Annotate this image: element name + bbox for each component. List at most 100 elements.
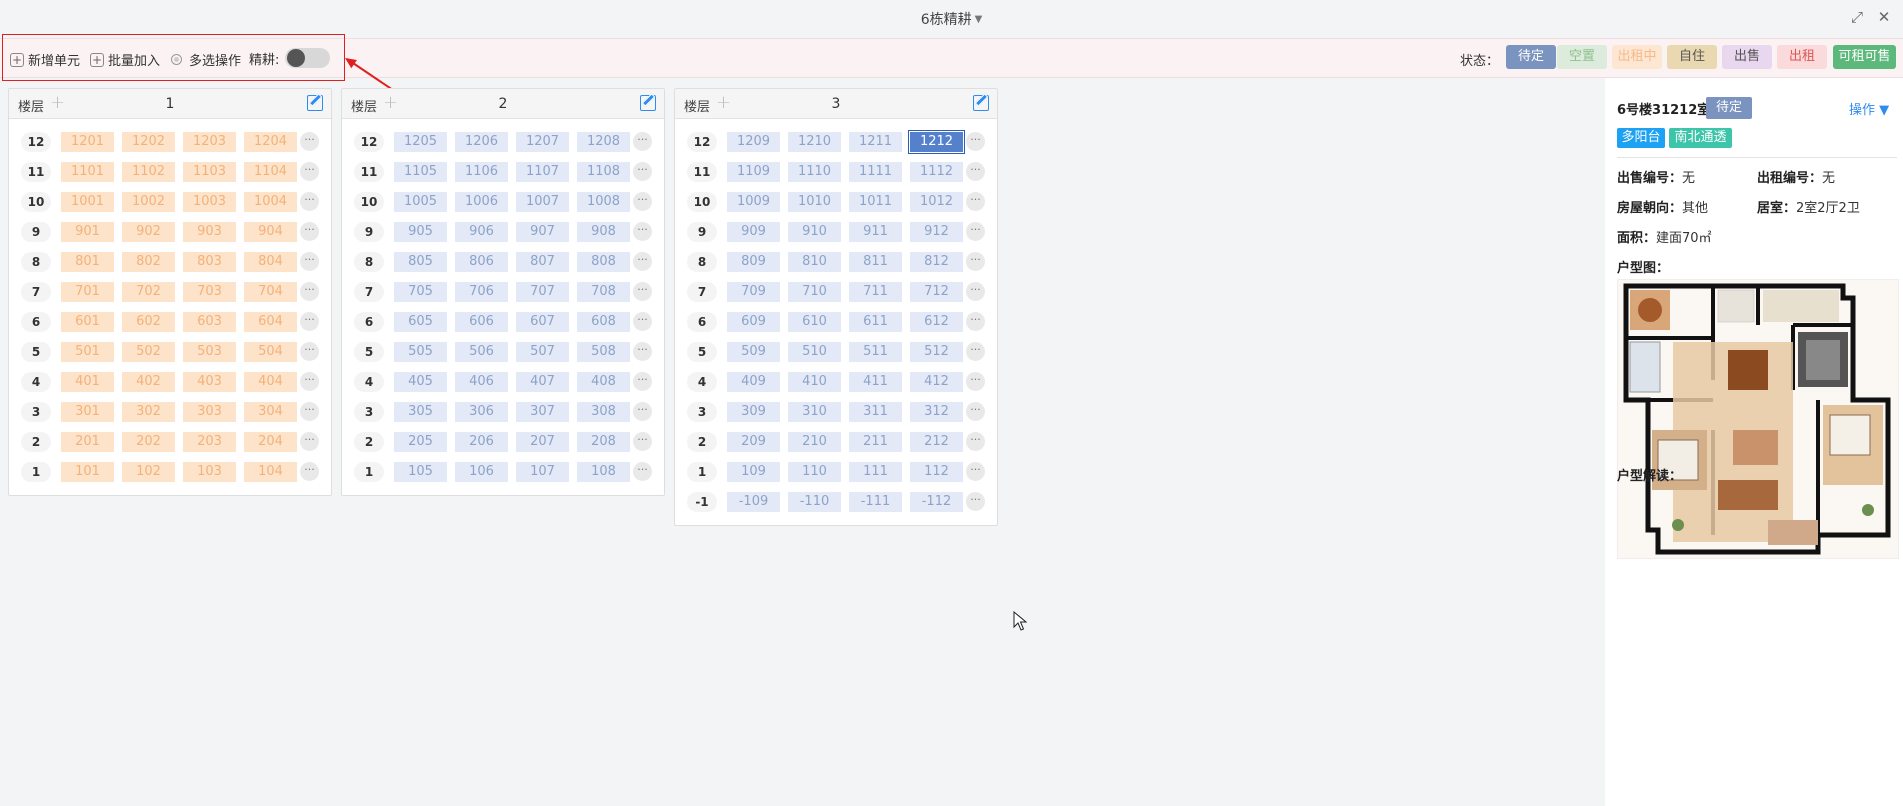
room-cell[interactable]: 408 (577, 372, 630, 392)
room-cell[interactable]: 706 (455, 282, 508, 302)
room-cell[interactable]: 803 (183, 252, 236, 272)
status-filter-0[interactable]: 待定 (1506, 45, 1556, 69)
more-options-icon[interactable]: ··· (966, 222, 985, 241)
room-cell[interactable]: 110 (788, 462, 841, 482)
room-cell[interactable]: 504 (244, 342, 297, 362)
room-cell[interactable]: 1211 (849, 132, 902, 152)
room-cell[interactable]: 605 (394, 312, 447, 332)
room-cell[interactable]: 1207 (516, 132, 569, 152)
room-cell[interactable]: 911 (849, 222, 902, 242)
room-cell[interactable]: 609 (727, 312, 780, 332)
room-cell[interactable]: 902 (122, 222, 175, 242)
more-options-icon[interactable]: ··· (966, 372, 985, 391)
add-floor-icon[interactable]: + (50, 92, 65, 113)
batch-add-button[interactable]: + 批量加入 (90, 50, 160, 69)
more-options-icon[interactable]: ··· (966, 432, 985, 451)
room-cell[interactable]: -109 (727, 492, 780, 512)
room-cell[interactable]: 611 (849, 312, 902, 332)
room-cell[interactable]: 1108 (577, 162, 630, 182)
room-cell[interactable]: 912 (910, 222, 963, 242)
room-cell[interactable]: 703 (183, 282, 236, 302)
room-cell[interactable]: 808 (577, 252, 630, 272)
status-filter-1[interactable]: 空置 (1557, 45, 1607, 69)
room-cell[interactable]: 202 (122, 432, 175, 452)
room-cell[interactable]: 1012 (910, 192, 963, 212)
room-cell[interactable]: 809 (727, 252, 780, 272)
room-cell[interactable]: 905 (394, 222, 447, 242)
edit-icon[interactable] (640, 95, 656, 111)
room-cell[interactable]: 402 (122, 372, 175, 392)
room-cell[interactable]: 710 (788, 282, 841, 302)
more-options-icon[interactable]: ··· (300, 402, 319, 421)
add-unit-button[interactable]: + 新增单元 (10, 50, 80, 69)
room-cell[interactable]: 811 (849, 252, 902, 272)
room-cell[interactable]: 102 (122, 462, 175, 482)
more-options-icon[interactable]: ··· (966, 462, 985, 481)
room-cell[interactable]: 206 (455, 432, 508, 452)
room-cell[interactable]: 302 (122, 402, 175, 422)
room-cell[interactable]: 1105 (394, 162, 447, 182)
room-cell[interactable]: 312 (910, 402, 963, 422)
room-cell[interactable]: 711 (849, 282, 902, 302)
more-options-icon[interactable]: ··· (300, 132, 319, 151)
room-cell[interactable]: 403 (183, 372, 236, 392)
more-options-icon[interactable]: ··· (300, 342, 319, 361)
room-cell[interactable]: 1201 (61, 132, 114, 152)
room-cell[interactable]: 306 (455, 402, 508, 422)
more-options-icon[interactable]: ··· (300, 192, 319, 211)
room-cell[interactable]: 1107 (516, 162, 569, 182)
room-cell[interactable]: 1209 (727, 132, 780, 152)
more-options-icon[interactable]: ··· (633, 342, 652, 361)
room-cell[interactable]: 503 (183, 342, 236, 362)
room-cell[interactable]: 104 (244, 462, 297, 482)
room-cell[interactable]: 602 (122, 312, 175, 332)
room-cell[interactable]: 1011 (849, 192, 902, 212)
room-cell[interactable]: 708 (577, 282, 630, 302)
room-cell[interactable]: 1110 (788, 162, 841, 182)
room-cell[interactable]: 305 (394, 402, 447, 422)
room-cell[interactable]: 107 (516, 462, 569, 482)
status-filter-3[interactable]: 自住 (1667, 45, 1717, 69)
room-cell[interactable]: 1102 (122, 162, 175, 182)
room-cell[interactable]: 211 (849, 432, 902, 452)
room-cell[interactable]: 801 (61, 252, 114, 272)
room-cell[interactable]: -112 (910, 492, 963, 512)
room-cell[interactable]: 705 (394, 282, 447, 302)
room-cell[interactable]: 311 (849, 402, 902, 422)
room-cell[interactable]: 807 (516, 252, 569, 272)
room-cell[interactable]: 304 (244, 402, 297, 422)
more-options-icon[interactable]: ··· (300, 162, 319, 181)
room-cell[interactable]: 909 (727, 222, 780, 242)
room-cell[interactable]: 812 (910, 252, 963, 272)
room-cell[interactable]: 702 (122, 282, 175, 302)
room-cell[interactable]: 109 (727, 462, 780, 482)
status-filter-2[interactable]: 出租中 (1612, 45, 1662, 69)
more-options-icon[interactable]: ··· (300, 312, 319, 331)
room-cell[interactable]: 101 (61, 462, 114, 482)
room-cell[interactable]: 1103 (183, 162, 236, 182)
room-cell[interactable]: 1202 (122, 132, 175, 152)
room-cell[interactable]: 501 (61, 342, 114, 362)
room-cell[interactable]: 505 (394, 342, 447, 362)
room-cell[interactable]: 105 (394, 462, 447, 482)
room-cell[interactable]: 502 (122, 342, 175, 362)
room-cell[interactable]: 904 (244, 222, 297, 242)
room-cell[interactable]: 512 (910, 342, 963, 362)
floorplan-image[interactable] (1617, 279, 1899, 559)
room-cell[interactable]: 406 (455, 372, 508, 392)
room-cell[interactable]: 704 (244, 282, 297, 302)
more-options-icon[interactable]: ··· (966, 132, 985, 151)
room-cell[interactable]: 203 (183, 432, 236, 452)
room-cell[interactable]: 303 (183, 402, 236, 422)
room-cell[interactable]: 210 (788, 432, 841, 452)
room-cell[interactable]: 511 (849, 342, 902, 362)
room-cell[interactable]: 1101 (61, 162, 114, 182)
edit-icon[interactable] (973, 95, 989, 111)
room-cell[interactable]: 205 (394, 432, 447, 452)
room-cell[interactable]: 1205 (394, 132, 447, 152)
more-options-icon[interactable]: ··· (633, 192, 652, 211)
room-cell[interactable]: 805 (394, 252, 447, 272)
room-cell[interactable]: 1004 (244, 192, 297, 212)
room-cell[interactable]: 208 (577, 432, 630, 452)
room-cell[interactable]: 901 (61, 222, 114, 242)
